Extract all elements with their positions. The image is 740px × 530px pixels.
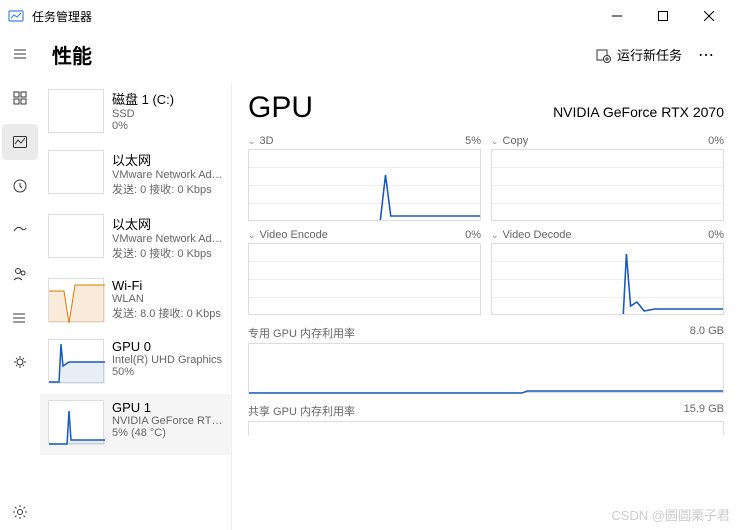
dedicated-memory-section: 专用 GPU 内存利用率8.0 GB bbox=[248, 325, 724, 393]
processes-icon[interactable] bbox=[2, 80, 38, 116]
chevron-down-icon: ⌄ bbox=[491, 230, 499, 241]
shared-memory-section: 共享 GPU 内存利用率15.9 GB bbox=[248, 403, 724, 435]
users-icon[interactable] bbox=[2, 256, 38, 292]
gpu-detail: GPU NVIDIA GeForce RTX 2070 ⌄3D5% ⌄Copy0… bbox=[232, 83, 740, 530]
detail-title: GPU bbox=[248, 91, 313, 125]
sidebar-item-label: 以太网 bbox=[112, 214, 227, 233]
sidebar-item-label: GPU 1 bbox=[112, 400, 227, 415]
app-title: 任务管理器 bbox=[32, 8, 92, 25]
performance-icon[interactable] bbox=[2, 124, 38, 160]
startup-icon[interactable] bbox=[2, 212, 38, 248]
sidebar-item-label: 以太网 bbox=[112, 150, 227, 169]
sidebar-item-label: GPU 0 bbox=[112, 339, 227, 354]
chart-3d[interactable]: ⌄3D5% bbox=[248, 135, 481, 221]
chevron-down-icon: ⌄ bbox=[248, 136, 256, 147]
nav-rail bbox=[0, 32, 40, 530]
sidebar-item-gpu0[interactable]: GPU 0 Intel(R) UHD Graphics 50% bbox=[40, 333, 231, 394]
close-button[interactable] bbox=[686, 0, 732, 32]
sidebar-item-disk[interactable]: 磁盘 1 (C:) SSD 0% bbox=[40, 83, 231, 144]
chevron-down-icon: ⌄ bbox=[248, 230, 256, 241]
sidebar-item-label: Wi-Fi bbox=[112, 278, 227, 293]
sidebar-item-wifi[interactable]: Wi-Fi WLAN 发送: 8.0 接收: 0 Kbps bbox=[40, 272, 231, 333]
services-icon[interactable] bbox=[2, 344, 38, 380]
watermark: CSDN @圆圆栗子君 bbox=[611, 505, 730, 524]
maximize-button[interactable] bbox=[640, 0, 686, 32]
page-title: 性能 bbox=[52, 40, 92, 69]
history-icon[interactable] bbox=[2, 168, 38, 204]
details-icon[interactable] bbox=[2, 300, 38, 336]
page-header: 性能 运行新任务 ⋯ bbox=[40, 32, 740, 83]
chart-copy[interactable]: ⌄Copy0% bbox=[491, 135, 724, 221]
chevron-down-icon: ⌄ bbox=[491, 136, 499, 147]
titlebar: 任务管理器 bbox=[0, 0, 740, 32]
chart-video-encode[interactable]: ⌄Video Encode0% bbox=[248, 229, 481, 315]
performance-sidebar: 磁盘 1 (C:) SSD 0% 以太网 VMware Network Adap… bbox=[40, 83, 232, 530]
app-icon bbox=[8, 8, 24, 24]
sidebar-item-gpu1[interactable]: GPU 1 NVIDIA GeForce RTX 2070 5% (48 °C) bbox=[40, 394, 231, 455]
settings-icon[interactable] bbox=[2, 494, 38, 530]
chart-video-decode[interactable]: ⌄Video Decode0% bbox=[491, 229, 724, 315]
more-button[interactable]: ⋯ bbox=[690, 45, 724, 65]
minimize-button[interactable] bbox=[594, 0, 640, 32]
gpu-model: NVIDIA GeForce RTX 2070 bbox=[553, 104, 724, 120]
run-task-label: 运行新任务 bbox=[617, 45, 682, 64]
sidebar-item-ethernet1[interactable]: 以太网 VMware Network Adapter 发送: 0 接收: 0 K… bbox=[40, 144, 231, 208]
hamburger-icon[interactable] bbox=[2, 36, 38, 72]
sidebar-item-label: 磁盘 1 (C:) bbox=[112, 89, 227, 108]
run-task-button[interactable]: 运行新任务 bbox=[587, 41, 690, 68]
sidebar-item-ethernet2[interactable]: 以太网 VMware Network Adapter 发送: 0 接收: 0 K… bbox=[40, 208, 231, 272]
run-task-icon bbox=[595, 47, 611, 63]
